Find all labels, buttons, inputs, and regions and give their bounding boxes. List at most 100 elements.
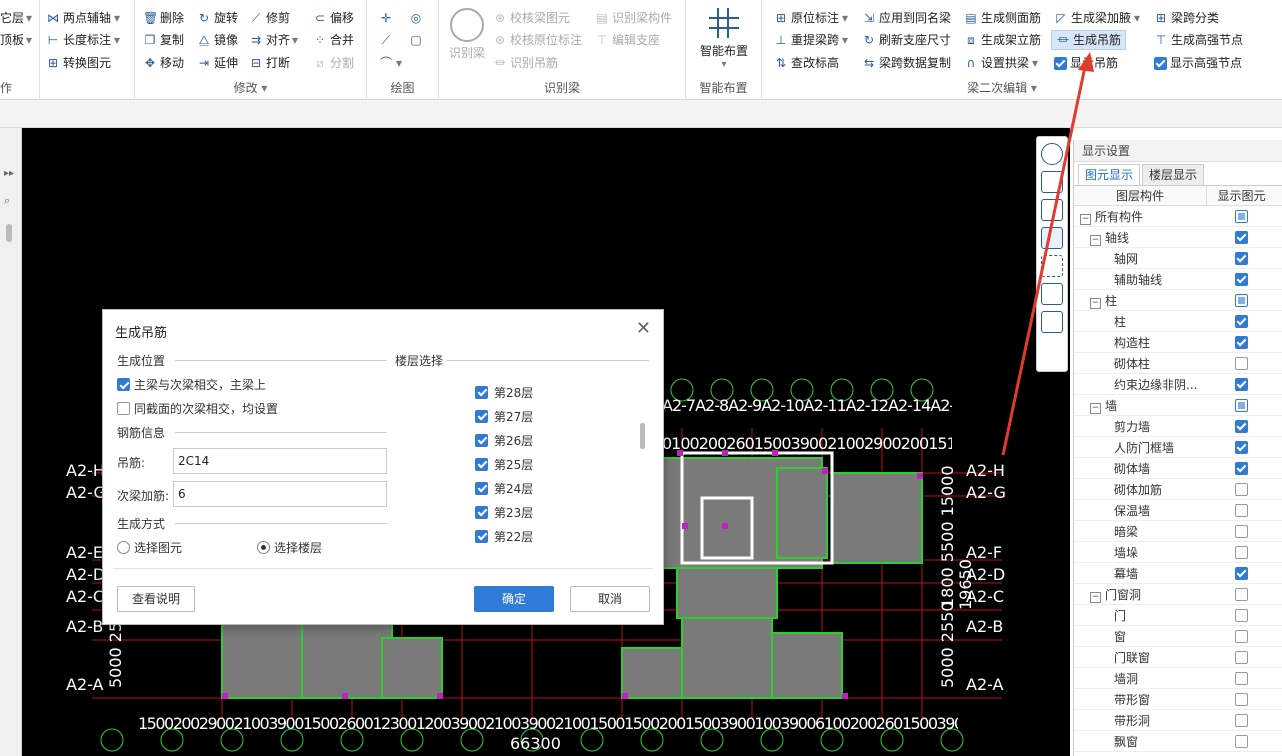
layer-row[interactable]: 人防门框墙	[1074, 437, 1282, 458]
visibility-checkbox[interactable]	[1234, 629, 1248, 643]
align-button[interactable]: ⇉ 对齐 ▾	[249, 30, 298, 50]
collapse-icon[interactable]: −	[1080, 213, 1091, 225]
tab-element-display[interactable]: 图元显示	[1078, 164, 1141, 185]
sphere-view-icon[interactable]	[1041, 143, 1063, 165]
visibility-checkbox[interactable]	[1234, 692, 1248, 706]
merge-button[interactable]: ⁘ 合并	[313, 30, 354, 50]
floor-item[interactable]: 第25层	[475, 452, 643, 476]
visibility-checkbox[interactable]	[1234, 608, 1248, 622]
layer-row[interactable]: 约束边缘非阴...	[1074, 374, 1282, 395]
check-beam-element-button[interactable]: ⊛ 校核梁图元	[493, 8, 570, 28]
layer-row[interactable]: 带形洞	[1074, 710, 1282, 731]
layer-row[interactable]: − 墙	[1074, 395, 1282, 416]
point-tool-button[interactable]: ✛	[379, 8, 396, 28]
layer-row[interactable]: − 柱	[1074, 290, 1282, 311]
smart-layout-button[interactable]: 智能布置 ▾	[692, 8, 756, 70]
arc-tool-button[interactable]: ⌒ ▾	[379, 53, 402, 73]
delete-button[interactable]: 🗑 删除	[143, 8, 184, 28]
visibility-checkbox[interactable]	[1234, 272, 1248, 286]
floor-copy-button[interactable]: 它层 ▾	[0, 8, 32, 28]
high-strength-node-button[interactable]: ⊤ 生成高强节点	[1154, 30, 1243, 50]
display-settings-icon[interactable]	[1041, 311, 1063, 333]
layer-row[interactable]: 保温墙	[1074, 500, 1282, 521]
close-icon[interactable]: ✕	[636, 318, 651, 339]
layer-row[interactable]: 构造柱	[1074, 332, 1282, 353]
span-classify-button[interactable]: ⊞ 梁跨分类	[1154, 8, 1219, 28]
visibility-checkbox[interactable]	[1234, 251, 1248, 265]
visibility-checkbox[interactable]	[1234, 482, 1248, 496]
collapse-icon[interactable]: −	[1090, 591, 1101, 603]
visibility-checkbox[interactable]	[1234, 209, 1248, 223]
secondary-stirrup-input[interactable]: 6	[173, 481, 387, 507]
visibility-checkbox[interactable]	[1234, 524, 1248, 538]
line-tool-button[interactable]: ⟋	[379, 30, 396, 50]
floor-item[interactable]: 第22层	[475, 524, 643, 548]
offset-button[interactable]: ⊂ 偏移	[313, 8, 354, 28]
collapse-icon[interactable]: −	[1090, 234, 1101, 246]
visibility-checkbox[interactable]	[1234, 461, 1248, 475]
apply-same-name-button[interactable]: ⇲ 应用到同名梁	[862, 8, 951, 28]
layer-row[interactable]: 飘窗	[1074, 731, 1282, 752]
beam-haunch-button[interactable]: ◸ 生成梁加腋 ▾	[1054, 8, 1140, 28]
trim-button[interactable]: ⟋ 修剪	[249, 8, 290, 28]
identify-beam-component-button[interactable]: ▤ 识别梁构件	[595, 8, 672, 28]
layer-row[interactable]: 剪力墙	[1074, 416, 1282, 437]
extend-button[interactable]: ⇥ 延伸	[197, 53, 238, 73]
box-select-icon[interactable]	[1041, 283, 1063, 305]
layer-row[interactable]: 柱	[1074, 311, 1282, 332]
layer-row[interactable]: 门	[1074, 605, 1282, 626]
layer-row[interactable]: − 门窗洞	[1074, 584, 1282, 605]
ok-button[interactable]: 确定	[474, 586, 554, 612]
hanger-input[interactable]: 2C14	[173, 448, 387, 474]
convert-element-button[interactable]: ⊞ 转换图元	[46, 53, 111, 73]
layer-row[interactable]: 墙洞	[1074, 668, 1282, 689]
visibility-checkbox[interactable]	[1234, 545, 1248, 559]
re-extract-span-button[interactable]: ⊥ 重提梁跨 ▾	[774, 30, 848, 50]
view-help-button[interactable]: 查看说明	[117, 586, 195, 612]
mirror-button[interactable]: ⧋ 镜像	[197, 30, 238, 50]
visibility-checkbox[interactable]	[1234, 566, 1248, 580]
visibility-checkbox[interactable]	[1234, 671, 1248, 685]
two-point-axis-button[interactable]: ⋈ 两点辅轴 ▾	[46, 8, 120, 28]
layer-row[interactable]: 幕墙	[1074, 563, 1282, 584]
span-data-copy-button[interactable]: ⇆ 梁跨数据复制	[862, 53, 951, 73]
check-original-annotation-button[interactable]: ⊛ 校核原位标注	[493, 30, 582, 50]
visibility-checkbox[interactable]	[1234, 440, 1248, 454]
layer-row[interactable]: 砌体加筋	[1074, 479, 1282, 500]
select-element-radio[interactable]: 选择图元	[117, 539, 182, 556]
layer-row[interactable]: 砌体墙	[1074, 458, 1282, 479]
move-button[interactable]: ✥ 移动	[143, 53, 184, 73]
visibility-checkbox[interactable]	[1234, 419, 1248, 433]
select-floor-radio[interactable]: 选择楼层	[257, 539, 322, 556]
floor-item[interactable]: 第23层	[475, 500, 643, 524]
break-button[interactable]: ⊟ 打断	[249, 53, 290, 73]
copy-button[interactable]: ❐ 复制	[143, 30, 184, 50]
solid-cube-icon[interactable]	[1041, 227, 1063, 249]
layer-row[interactable]: 砌体柱	[1074, 353, 1282, 374]
expand-icon[interactable]: ▸▸	[4, 168, 14, 179]
layer-row[interactable]: − 轴线	[1074, 227, 1282, 248]
refresh-support-button[interactable]: ↻ 刷新支座尺寸	[862, 30, 951, 50]
visibility-checkbox[interactable]	[1234, 377, 1248, 391]
identify-hanger-button[interactable]: ⏛ 识别吊筋	[493, 53, 558, 73]
collapse-icon[interactable]: −	[1090, 402, 1101, 414]
layer-row[interactable]: 轴网	[1074, 248, 1282, 269]
show-hanger-checkbox[interactable]: 显示吊筋	[1054, 53, 1118, 73]
visibility-checkbox[interactable]	[1234, 293, 1248, 307]
layer-row[interactable]: − 所有构件	[1074, 206, 1282, 227]
erection-bar-button[interactable]: ⧈ 生成架立筋	[964, 30, 1041, 50]
circle-tool-button[interactable]: ◎	[409, 8, 426, 28]
visibility-checkbox[interactable]	[1234, 335, 1248, 349]
visibility-checkbox[interactable]	[1234, 503, 1248, 517]
original-annotation-button[interactable]: ⊞ 原位标注 ▾	[774, 8, 848, 28]
layer-row[interactable]: 门联窗	[1074, 647, 1282, 668]
tab-floor-display[interactable]: 楼层显示	[1142, 164, 1205, 185]
collapse-icon[interactable]: −	[1090, 297, 1101, 309]
floor-item[interactable]: 第28层	[475, 380, 643, 404]
same-section-checkbox[interactable]: 同截面的次梁相交，均设置	[117, 400, 278, 417]
layer-row[interactable]: 窗	[1074, 626, 1282, 647]
check-elevation-button[interactable]: ⇅ 查改标高	[774, 53, 839, 73]
search-icon[interactable]: ⌕	[4, 194, 10, 208]
floor-list-scrollbar[interactable]	[640, 423, 645, 449]
scrollbar-thumb[interactable]	[6, 224, 12, 242]
